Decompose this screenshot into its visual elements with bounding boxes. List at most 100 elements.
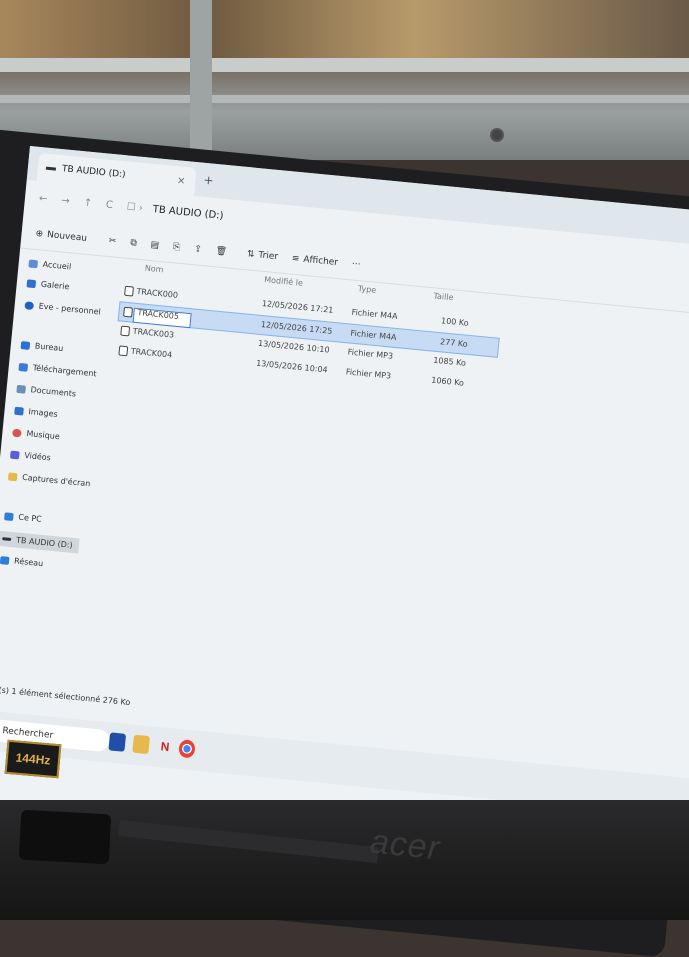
file-size: 277 Ko bbox=[439, 337, 468, 349]
sidebar-item-label: Vidéos bbox=[23, 450, 52, 463]
forward-arrow-icon[interactable]: → bbox=[61, 195, 70, 207]
back-arrow-icon[interactable]: ← bbox=[39, 193, 48, 205]
sidebar-item-documents[interactable]: Documents bbox=[16, 384, 76, 399]
sidebar-item-label: Documents bbox=[30, 385, 77, 399]
view-label: Afficher bbox=[302, 254, 339, 269]
sidebar-item-label: Galerie bbox=[40, 279, 70, 292]
desktop-icon bbox=[20, 340, 31, 350]
sidebar-item-label: Accueil bbox=[42, 259, 72, 272]
shelf-rail bbox=[0, 58, 689, 72]
cloud-icon bbox=[24, 300, 35, 310]
file-modified: 13/05/2026 10:04 bbox=[255, 358, 329, 375]
file-size: 100 Ko bbox=[440, 316, 470, 328]
rename-icon[interactable]: ⎘ bbox=[173, 242, 181, 253]
file-modified: 12/05/2026 17:21 bbox=[261, 298, 334, 315]
monitor-icon: ☐ › bbox=[126, 201, 144, 214]
webcam bbox=[490, 128, 504, 142]
videos-icon bbox=[10, 450, 20, 459]
file-type: Fichier MP3 bbox=[345, 367, 392, 381]
new-button-label: Nouveau bbox=[46, 230, 88, 244]
sidebar-item-videos[interactable]: Vidéos bbox=[10, 450, 52, 463]
music-icon bbox=[12, 428, 22, 437]
netflix-icon[interactable]: N bbox=[156, 737, 174, 756]
file-type: Fichier M4A bbox=[350, 328, 397, 342]
images-icon bbox=[14, 406, 24, 416]
cut-icon[interactable]: ✂ bbox=[108, 236, 116, 247]
refresh-icon[interactable]: C bbox=[105, 199, 113, 211]
drive-icon bbox=[2, 537, 12, 542]
close-icon[interactable]: × bbox=[176, 175, 185, 187]
file-modified: 13/05/2026 10:10 bbox=[257, 338, 330, 355]
column-size[interactable]: Taille bbox=[433, 291, 454, 302]
sidebar-item-label: Eve - personnel bbox=[38, 301, 102, 317]
background-shelves bbox=[0, 0, 689, 160]
sidebar-item-music[interactable]: Musique bbox=[12, 428, 61, 442]
column-name[interactable]: Nom bbox=[144, 264, 163, 275]
file-modified: 12/05/2026 17:25 bbox=[260, 319, 333, 336]
sidebar-item-tb-audio[interactable]: TB AUDIO (D:) bbox=[0, 530, 80, 554]
paste-icon[interactable]: ▤ bbox=[150, 240, 159, 251]
up-arrow-icon[interactable]: ↑ bbox=[83, 197, 92, 209]
audio-file-icon bbox=[118, 345, 129, 357]
file-name: TRACK004 bbox=[130, 346, 173, 360]
home-icon bbox=[28, 258, 39, 268]
shelf-top bbox=[0, 0, 689, 58]
view-button[interactable]: ≡ Afficher bbox=[291, 254, 338, 268]
sidebar-item-label: Captures d'écran bbox=[21, 472, 91, 489]
drive-icon bbox=[45, 166, 57, 171]
new-tab-button[interactable]: + bbox=[203, 173, 214, 188]
file-name: TRACK000 bbox=[136, 286, 179, 300]
file-explorer-icon[interactable] bbox=[132, 734, 150, 755]
sidebar-item-label: Téléchargement bbox=[32, 363, 97, 379]
new-button[interactable]: ⊕ Nouveau bbox=[35, 229, 87, 244]
file-type: Fichier M4A bbox=[351, 307, 398, 321]
tab-title: TB AUDIO (D:) bbox=[61, 164, 126, 181]
audio-file-icon bbox=[120, 325, 131, 337]
sidebar-item-onedrive[interactable]: Eve - personnel bbox=[24, 300, 102, 317]
sidebar-item-images[interactable]: Images bbox=[14, 406, 58, 419]
sidebar-item-label: Musique bbox=[25, 429, 61, 442]
copy-icon[interactable]: ⧉ bbox=[130, 238, 137, 249]
file-size: 1085 Ko bbox=[432, 355, 467, 368]
shelf-rail-lower bbox=[0, 95, 689, 103]
sidebar-item-home[interactable]: Accueil bbox=[28, 258, 72, 272]
gallery-icon bbox=[26, 278, 37, 288]
sidebar-item-label: Réseau bbox=[13, 556, 44, 569]
sidebar-item-network[interactable]: Réseau bbox=[0, 555, 44, 568]
laptop-hinge bbox=[18, 809, 112, 865]
file-type: Fichier MP3 bbox=[347, 347, 394, 361]
sidebar-item-gallery[interactable]: Galerie bbox=[26, 278, 70, 292]
file-name: TRACK003 bbox=[132, 326, 175, 340]
share-icon[interactable]: ⇪ bbox=[194, 244, 202, 255]
sidebar-item-label: Bureau bbox=[34, 341, 64, 354]
brand-logo: acer bbox=[368, 822, 442, 868]
more-button[interactable]: ··· bbox=[351, 259, 361, 270]
shelf-post bbox=[190, 0, 212, 150]
sidebar-item-label: Images bbox=[28, 407, 59, 419]
sidebar-item-downloads[interactable]: Téléchargement bbox=[18, 362, 97, 378]
sidebar-item-this-pc[interactable]: Ce PC bbox=[4, 511, 42, 524]
breadcrumb[interactable]: TB AUDIO (D:) bbox=[152, 204, 224, 222]
sidebar-item-desktop[interactable]: Bureau bbox=[20, 340, 64, 354]
sidebar-item-screenshots[interactable]: Captures d'écran bbox=[7, 471, 91, 489]
sort-label: Trier bbox=[257, 250, 279, 263]
audio-file-icon bbox=[123, 306, 133, 318]
audio-file-icon bbox=[124, 285, 135, 297]
laptop-screen: TB AUDIO (D:) × + ← → ↑ C ☐ › TB AUDIO (… bbox=[0, 146, 689, 892]
sort-button[interactable]: ⇅ Trier bbox=[246, 249, 278, 262]
sort-icon: ⇅ bbox=[246, 249, 255, 260]
delete-icon[interactable]: 🗑 bbox=[215, 246, 227, 257]
refresh-rate-sticker: 144Hz bbox=[4, 739, 62, 779]
folder-icon bbox=[7, 471, 18, 481]
search-label: Rechercher bbox=[1, 726, 54, 741]
column-type[interactable]: Type bbox=[357, 284, 376, 295]
chrome-icon[interactable] bbox=[178, 739, 196, 759]
network-icon bbox=[0, 555, 10, 565]
sidebar-item-label: Ce PC bbox=[17, 512, 43, 524]
view-icon: ≡ bbox=[291, 253, 300, 265]
taskview-icon[interactable] bbox=[108, 732, 127, 752]
sidebar-item-label: TB AUDIO (D:) bbox=[15, 535, 74, 550]
documents-icon bbox=[16, 384, 27, 394]
download-icon bbox=[18, 362, 29, 372]
column-modified[interactable]: Modifié le bbox=[264, 275, 303, 288]
